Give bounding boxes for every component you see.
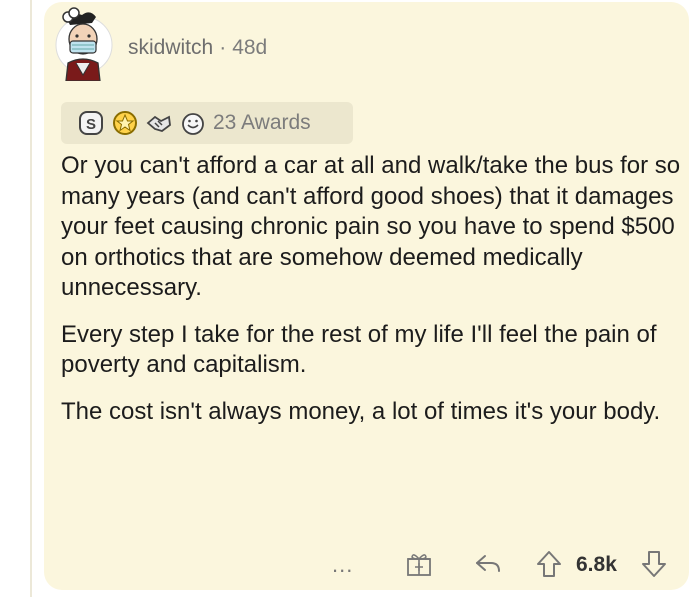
downvote-icon[interactable]: [640, 549, 668, 579]
wholesome-award-icon: [182, 113, 204, 135]
reply-icon[interactable]: [473, 551, 503, 577]
comment-paragraph: The cost isn't always money, a lot of ti…: [61, 397, 661, 425]
username-link[interactable]: skidwitch: [128, 36, 213, 59]
comment-actions: ... 6.8k: [330, 548, 675, 580]
comment-paragraph: Every step I take for the rest of my lif…: [61, 320, 657, 379]
comment-age: 48d: [232, 36, 268, 59]
comment-paragraph: Or you can't afford a car at all and wal…: [61, 152, 681, 301]
awards-count: 23 Awards: [213, 111, 311, 134]
thread-line: [30, 0, 32, 597]
awards-bar[interactable]: S 23 Awards: [61, 102, 353, 144]
svg-text:S: S: [86, 116, 96, 133]
upvote-icon[interactable]: [535, 549, 563, 579]
user-avatar[interactable]: [52, 5, 114, 81]
more-options-button[interactable]: ...: [332, 552, 353, 578]
gold-award-icon: [113, 111, 137, 135]
comment-body: Or you can't afford a car at all and wal…: [61, 151, 681, 443]
silver-award-icon: S: [79, 111, 103, 135]
vote-score: 6.8k: [576, 553, 617, 576]
comment-meta: skidwitch · 48d: [128, 36, 267, 60]
meta-separator: ·: [219, 36, 227, 59]
handshake-award-icon: [146, 115, 171, 132]
give-award-icon[interactable]: [405, 550, 433, 578]
